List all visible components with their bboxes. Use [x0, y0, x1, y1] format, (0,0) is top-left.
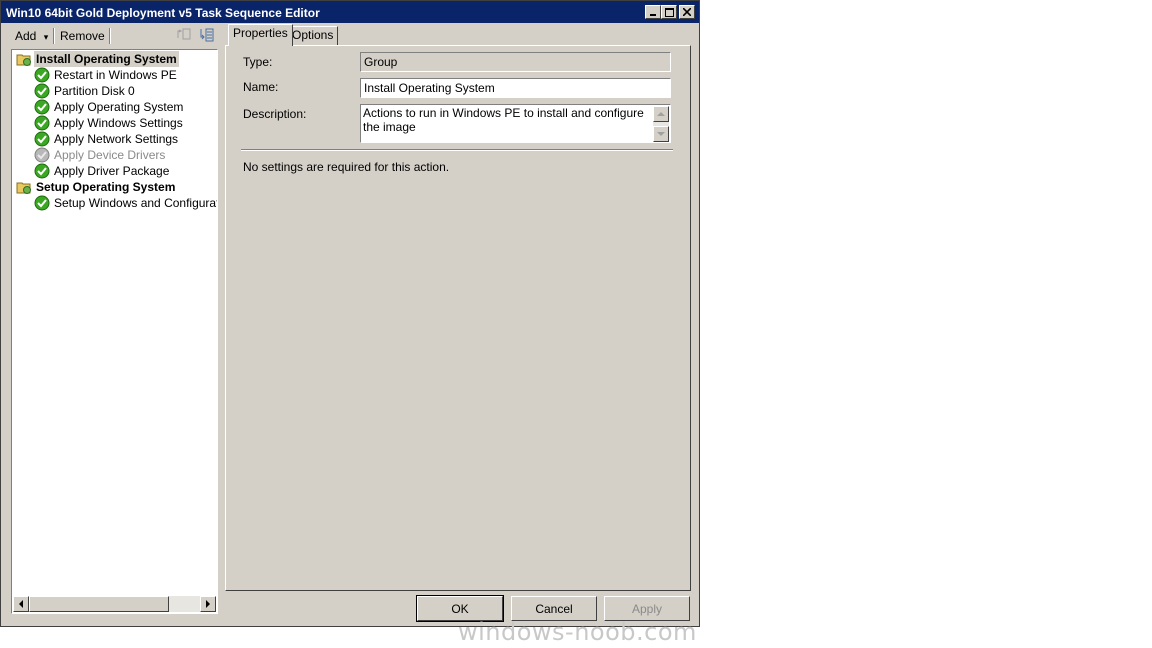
- task-sequence-pane: Add ▾ Remove Install Operating System Re…: [11, 26, 219, 614]
- name-input[interactable]: Install Operating System: [360, 78, 671, 98]
- minimize-icon: [650, 14, 656, 16]
- move-up-icon: [177, 28, 191, 40]
- move-down-button[interactable]: [199, 27, 215, 46]
- tab-options[interactable]: Options: [287, 26, 339, 45]
- chevron-down-icon: ▾: [43, 32, 49, 42]
- name-label: Name:: [243, 80, 279, 94]
- scroll-down-button[interactable]: [653, 126, 669, 142]
- tree-item-label: Install Operating System: [34, 51, 179, 67]
- move-down-icon: [200, 28, 214, 42]
- tree-item-label: Apply Operating System: [54, 100, 184, 114]
- scroll-up-button[interactable]: [653, 106, 669, 122]
- check-icon: [34, 131, 50, 147]
- window-title: Win10 64bit Gold Deployment v5 Task Sequ…: [6, 6, 320, 20]
- disabled-step-icon: [34, 147, 50, 163]
- task-sequence-tree[interactable]: Install Operating System Restart in Wind…: [11, 49, 218, 614]
- info-text: No settings are required for this action…: [243, 160, 450, 174]
- toolbar-separator: [53, 28, 55, 44]
- add-label: Add: [15, 29, 37, 43]
- tree-horizontal-scrollbar[interactable]: [13, 596, 216, 612]
- tree-item-label: Restart in Windows PE: [54, 68, 177, 82]
- check-icon: [34, 83, 50, 99]
- add-button[interactable]: Add ▾: [15, 29, 48, 43]
- minimize-button[interactable]: [645, 5, 661, 19]
- description-textarea[interactable]: Actions to run in Windows PE to install …: [360, 104, 671, 143]
- arrow-down-icon: [657, 132, 665, 136]
- type-field: Group: [360, 52, 671, 72]
- description-label: Description:: [243, 107, 307, 121]
- watermark: windows-noob.com: [458, 618, 697, 646]
- maximize-icon: [664, 7, 674, 17]
- tree-toolbar: Add ▾ Remove: [11, 26, 219, 48]
- tree-item-label: Setup Operating System: [36, 180, 176, 194]
- folder-icon: [16, 182, 31, 194]
- move-up-button[interactable]: [177, 27, 191, 46]
- arrow-left-icon: [19, 600, 23, 608]
- tab-properties[interactable]: Properties: [228, 24, 293, 46]
- check-icon: [34, 115, 50, 131]
- type-label: Type:: [243, 55, 273, 69]
- check-icon: [34, 67, 50, 83]
- check-icon: [34, 195, 50, 211]
- toolbar-separator: [109, 28, 111, 44]
- panel-divider: [241, 149, 673, 151]
- scroll-left-button[interactable]: [13, 596, 29, 612]
- scrollbar-thumb[interactable]: [29, 596, 169, 612]
- tree-item-label: Apply Windows Settings: [54, 116, 183, 130]
- arrow-right-icon: [206, 600, 210, 608]
- title-bar[interactable]: Win10 64bit Gold Deployment v5 Task Sequ…: [1, 1, 699, 23]
- description-vertical-scrollbar[interactable]: [653, 106, 669, 142]
- remove-button[interactable]: Remove: [60, 29, 105, 43]
- scroll-right-button[interactable]: [200, 596, 216, 612]
- description-text: Actions to run in Windows PE to install …: [363, 106, 644, 134]
- tree-item-label: Apply Device Drivers: [54, 148, 166, 162]
- tree-item-label: Partition Disk 0: [54, 84, 135, 98]
- tree-item-label: Apply Driver Package: [54, 164, 170, 178]
- task-sequence-editor-window: Win10 64bit Gold Deployment v5 Task Sequ…: [0, 0, 700, 627]
- tree-item-label: Apply Network Settings: [54, 132, 179, 146]
- close-icon: [683, 8, 691, 16]
- check-icon: [34, 163, 50, 179]
- folder-icon: [16, 54, 31, 66]
- close-button[interactable]: [679, 5, 695, 19]
- arrow-up-icon: [657, 112, 665, 116]
- tree-item-label: Setup Windows and Configuration: [54, 196, 218, 210]
- maximize-button[interactable]: [661, 5, 677, 19]
- check-icon: [34, 99, 50, 115]
